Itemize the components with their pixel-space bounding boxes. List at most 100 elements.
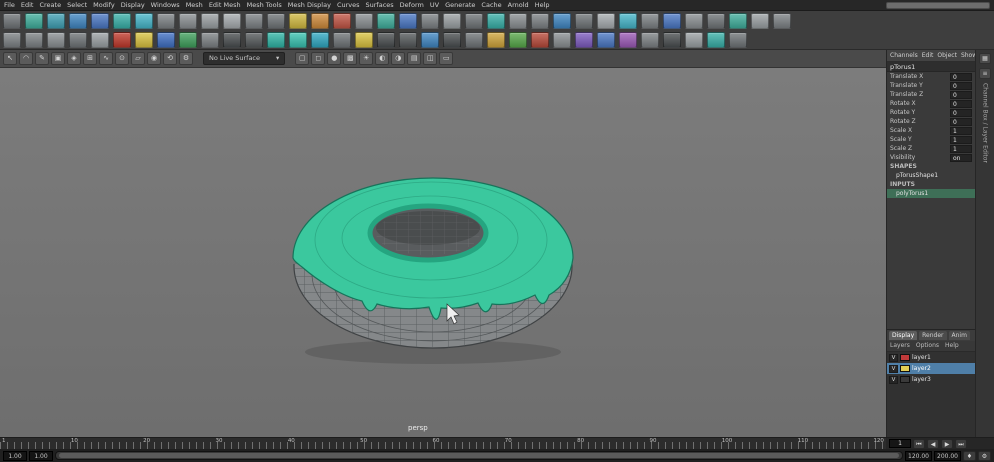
displacement-icon[interactable] <box>223 31 241 48</box>
node-item-polytorus1[interactable]: polyTorus1 <box>887 189 975 198</box>
menu-mesh[interactable]: Mesh <box>186 0 203 10</box>
perspective-viewport[interactable]: persp <box>0 68 886 437</box>
layer-color-swatch[interactable] <box>900 365 910 372</box>
channel-value-field[interactable]: 0 <box>950 90 972 99</box>
extract-icon[interactable] <box>267 12 285 29</box>
menu-uv[interactable]: UV <box>430 0 439 10</box>
layer-color-swatch[interactable] <box>900 376 910 383</box>
status-line-field[interactable] <box>886 1 990 9</box>
mirror-icon[interactable] <box>443 12 461 29</box>
lambert-icon[interactable] <box>157 31 175 48</box>
menu-curves[interactable]: Curves <box>337 0 360 10</box>
skydome-light-icon[interactable] <box>421 31 439 48</box>
chamfer-icon[interactable] <box>707 12 725 29</box>
playback-start-field[interactable]: 1.00 <box>29 450 53 461</box>
menu-edit-mesh[interactable]: Edit Mesh <box>209 0 241 10</box>
quadrangulate-icon[interactable] <box>751 12 769 29</box>
snap-to-curve-icon[interactable]: ∿ <box>99 52 113 65</box>
menu-select[interactable]: Select <box>67 0 87 10</box>
spin-edge-icon[interactable] <box>619 12 637 29</box>
wireframe-display-icon[interactable]: ◻ <box>311 52 326 65</box>
menu-windows[interactable]: Windows <box>151 0 180 10</box>
menu-edit[interactable]: Edit <box>21 0 34 10</box>
layer-editor-tab-anim[interactable]: Anim <box>948 331 970 340</box>
channel-value-field[interactable]: 1 <box>950 144 972 153</box>
layer-menu-layers[interactable]: Layers <box>890 342 910 350</box>
layer-editor-tab-display[interactable]: Display <box>889 331 918 340</box>
cap-display-icon[interactable]: ▤ <box>407 52 422 65</box>
channel-value-field[interactable]: 1 <box>950 135 972 144</box>
multi-cut-icon[interactable] <box>377 12 395 29</box>
symmetry-icon[interactable] <box>641 12 659 29</box>
smooth-icon[interactable] <box>355 12 373 29</box>
spot-light-icon[interactable] <box>377 31 395 48</box>
curvature-icon[interactable] <box>553 31 571 48</box>
playback-end-field[interactable]: 120.00 <box>905 450 932 461</box>
poke-icon[interactable] <box>685 12 703 29</box>
menu-help[interactable]: Help <box>535 0 550 10</box>
ambient-occlusion-icon[interactable] <box>531 31 549 48</box>
layer-visibility-toggle[interactable]: V <box>889 375 898 384</box>
layer-row-layer3[interactable]: Vlayer3 <box>887 374 975 385</box>
menu-deform[interactable]: Deform <box>400 0 424 10</box>
auto-keyframe-toggle-button[interactable]: ♦ <box>963 450 976 461</box>
depth-icon[interactable] <box>729 31 747 48</box>
select-object-mode-icon[interactable]: ▣ <box>51 52 65 65</box>
wedge-icon[interactable] <box>663 12 681 29</box>
reduce-icon[interactable] <box>773 12 791 29</box>
layer-visibility-toggle[interactable]: V <box>889 364 898 373</box>
menu-mesh-display[interactable]: Mesh Display <box>288 0 331 10</box>
ambient-occlusion-toggle-icon[interactable]: ◑ <box>391 52 406 65</box>
extrude-icon[interactable] <box>333 12 351 29</box>
checker-icon[interactable] <box>333 31 351 48</box>
animation-start-field[interactable]: 1.00 <box>3 450 27 461</box>
tool-settings-icon[interactable]: ⚙ <box>179 52 193 65</box>
poly-plane-icon[interactable] <box>135 12 153 29</box>
bump-icon[interactable] <box>245 31 263 48</box>
menu-file[interactable]: File <box>4 0 15 10</box>
snap-to-point-icon[interactable]: ⊙ <box>115 52 129 65</box>
camera-attributes-icon[interactable]: ▭ <box>439 52 454 65</box>
undo-icon[interactable] <box>3 31 21 48</box>
render-settings-icon[interactable] <box>91 31 109 48</box>
bridge-icon[interactable] <box>311 12 329 29</box>
menu-generate[interactable]: Generate <box>445 0 475 10</box>
channel-value-field[interactable]: 0 <box>950 81 972 90</box>
ipr-render-icon[interactable] <box>69 31 87 48</box>
poly-cube-icon[interactable] <box>47 12 65 29</box>
current-frame-field[interactable]: 1 <box>889 439 911 448</box>
shadows-toggle-icon[interactable]: ◐ <box>375 52 390 65</box>
range-slider[interactable] <box>55 451 903 460</box>
channel-box-tab-channels[interactable]: Channels <box>890 52 918 59</box>
redo-icon[interactable] <box>25 31 43 48</box>
ai-standard-icon[interactable] <box>201 31 219 48</box>
layer-row-layer1[interactable]: Vlayer1 <box>887 352 975 363</box>
channel-value-field[interactable]: 1 <box>950 126 972 135</box>
layer-visibility-toggle[interactable]: V <box>889 353 898 362</box>
poly-sphere-icon[interactable] <box>25 12 43 29</box>
mesh-light-icon[interactable] <box>443 31 461 48</box>
grab-icon[interactable] <box>531 12 549 29</box>
live-surface-dropdown[interactable]: No Live Surface ▾ <box>203 52 286 65</box>
go-to-start-button[interactable]: ⏮ <box>913 438 925 449</box>
menu-create[interactable]: Create <box>39 0 61 10</box>
poly-torus-icon[interactable] <box>113 12 131 29</box>
layer-editor-tab-render[interactable]: Render <box>919 331 947 340</box>
animation-preferences-button[interactable]: ⚙ <box>978 450 991 461</box>
channel-value-field[interactable]: 0 <box>950 108 972 117</box>
range-icon[interactable] <box>641 31 659 48</box>
layer-color-swatch[interactable] <box>900 354 910 361</box>
snap-to-grid-icon[interactable]: ⊞ <box>83 52 97 65</box>
isolate-select-icon[interactable]: ▢ <box>295 52 310 65</box>
channel-box-tab-show[interactable]: Show <box>961 52 975 59</box>
motion-vector-icon[interactable] <box>707 31 725 48</box>
texture-icon[interactable] <box>267 31 285 48</box>
area-light-icon[interactable] <box>399 31 417 48</box>
channel-value-field[interactable]: 0 <box>950 72 972 81</box>
lasso-tool-icon[interactable]: ◠ <box>19 52 33 65</box>
shaded-display-icon[interactable]: ● <box>327 52 342 65</box>
smooth-brush-icon[interactable] <box>597 12 615 29</box>
range-slider-handle[interactable] <box>59 453 899 458</box>
time-slider[interactable]: 1 10 20 30 40 50 60 70 80 90 100 110 120 1 ⏮ ◀ ▶ ⏭ <box>0 437 994 449</box>
blinn-icon[interactable] <box>135 31 153 48</box>
